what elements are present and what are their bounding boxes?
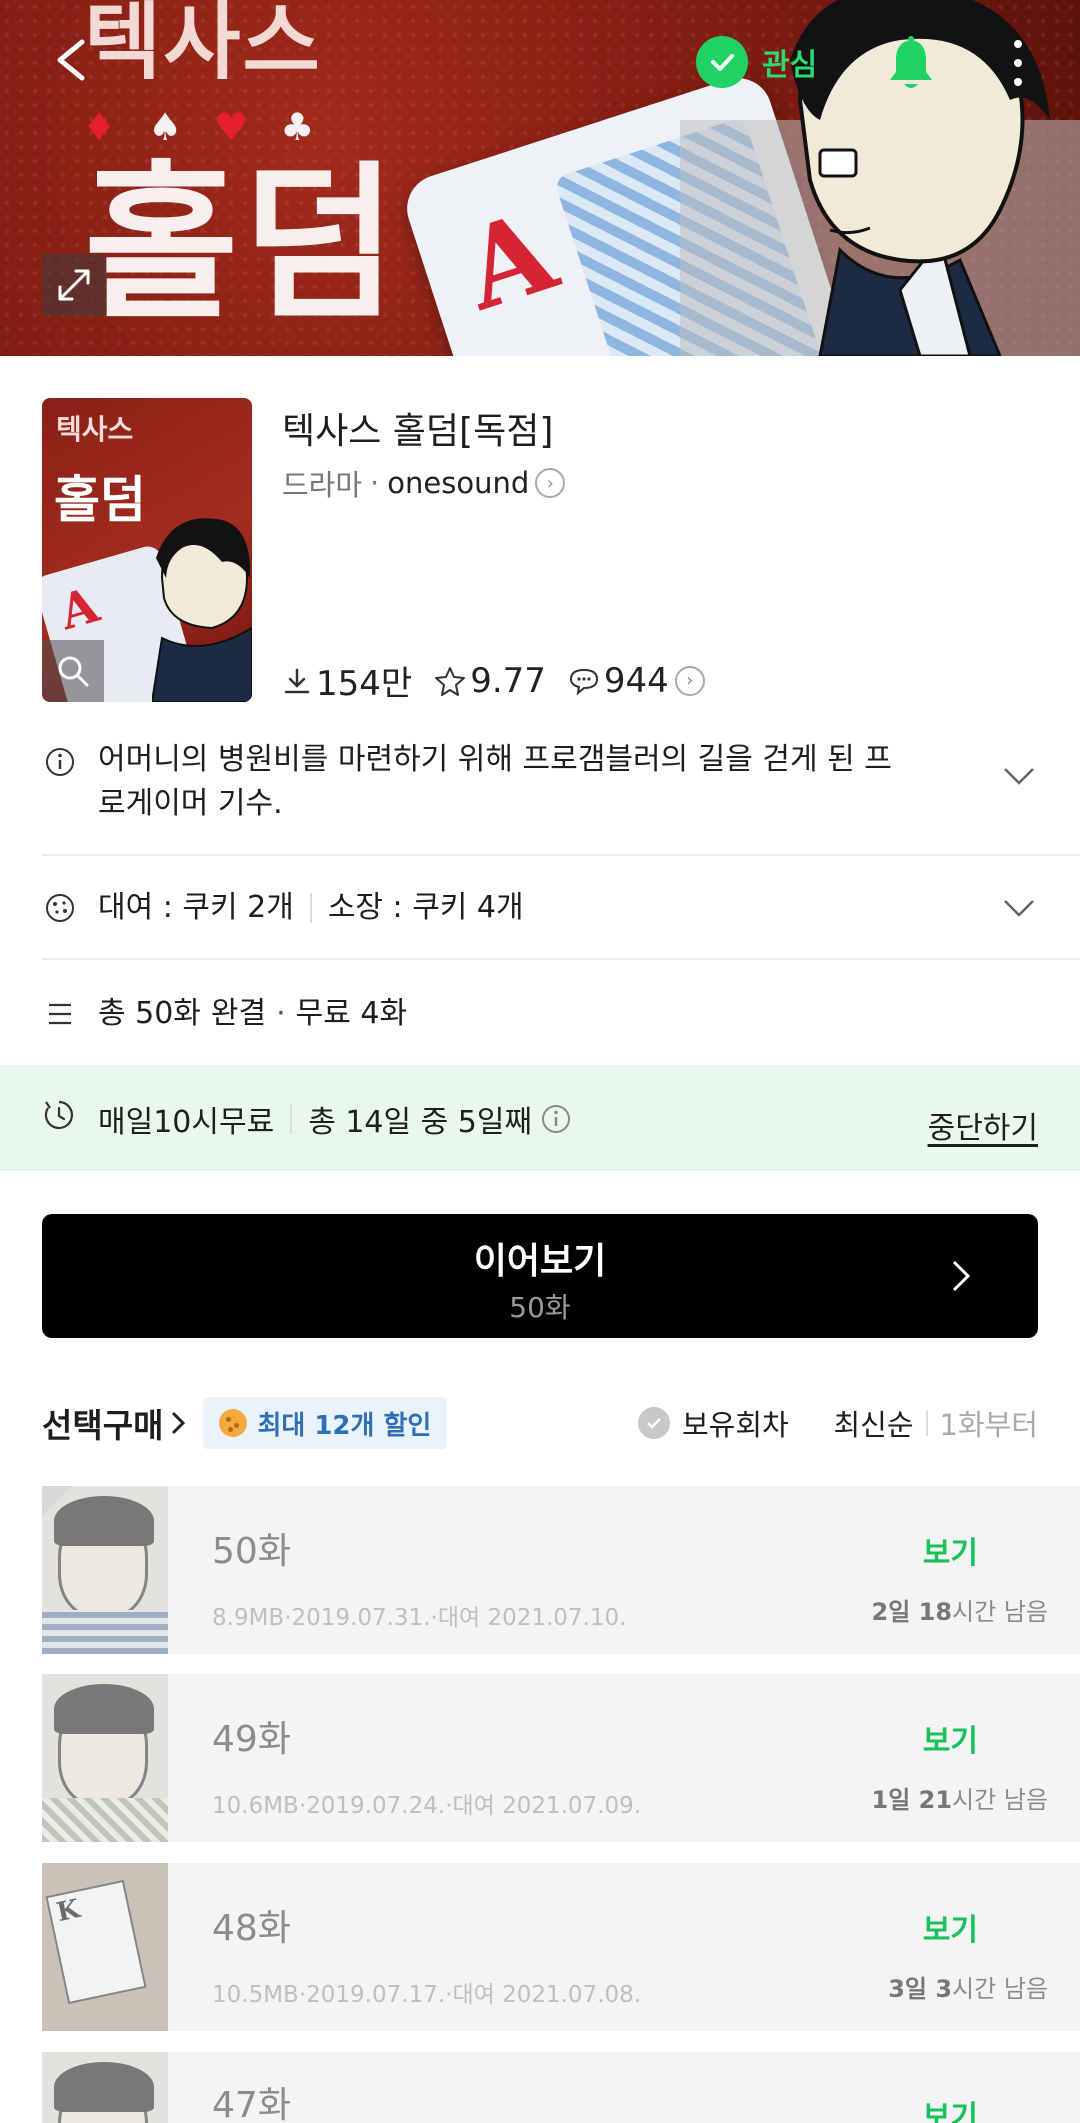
downloads-stat: 154만 [282, 656, 412, 705]
total-episodes: 총 50화 [98, 996, 201, 1031]
continue-label: 이어보기 [473, 1241, 607, 1282]
view-button[interactable]: 보기 [923, 1528, 978, 1572]
episode-row[interactable]: 49화 10.6MB·2019.07.24.·대여 2021.07.09. 보기… [42, 1674, 1080, 1842]
completed-badge: 완결 [210, 996, 267, 1031]
free-episodes: 무료 4화 [295, 996, 408, 1031]
episode-title: 49화 [212, 1719, 291, 1760]
expand-icon [58, 269, 90, 301]
series-meta: 드라마 · onesound › [282, 462, 566, 504]
divider [42, 958, 1080, 960]
more-options-button[interactable] [1000, 36, 1036, 90]
sort-latest[interactable]: 최신순 [833, 1402, 913, 1444]
view-button[interactable]: 보기 [923, 2092, 978, 2123]
view-button[interactable]: 보기 [923, 1716, 978, 1760]
episode-title: 50화 [212, 1531, 291, 1572]
sort-options: 최신순 1화부터 [833, 1402, 1038, 1444]
episode-row[interactable]: 47화 보기 [42, 2052, 1080, 2123]
cookie-icon [219, 1409, 248, 1437]
own-price: 소장 : 쿠키 4개 [327, 890, 524, 925]
continue-episode: 50화 [509, 1291, 571, 1324]
free-pass-bar: 매일10시무료 총 14일 중 5일째 중단하기 [0, 1066, 1080, 1170]
discount-badge[interactable]: 최대 12개 할인 [203, 1397, 448, 1449]
summary-row[interactable]: 어머니의 병원비를 마련하기 위해 프로갬블러의 길을 걷게 된 프로게이머 기… [42, 738, 1080, 826]
dot-icon [1014, 59, 1022, 67]
episode-thumbnail [42, 1674, 168, 1842]
dot-icon [1014, 40, 1022, 48]
dot-icon [1014, 78, 1022, 86]
stats-row: 154만 9.77 944 › [282, 656, 727, 705]
free-pass-label: 매일10시무료 [98, 1105, 275, 1140]
bell-icon [890, 36, 932, 88]
chevron-right-icon [172, 1411, 186, 1435]
episode-thumbnail [42, 2052, 168, 2123]
chevron-right-icon: › [674, 665, 705, 696]
info-icon[interactable] [540, 1103, 572, 1135]
comments-stat[interactable]: 944 › [568, 661, 705, 701]
episode-meta: 10.6MB·2019.07.24.·대여 2021.07.09. [212, 1793, 642, 1819]
episode-list-header: 선택구매 최대 12개 할인 보유회차 최신순 1화부터 [42, 1396, 1038, 1450]
rental-remaining: 1일 21시간 남음 [871, 1786, 1049, 1814]
favorite-button[interactable]: 관심 [696, 36, 817, 88]
top-bar: 관심 [0, 0, 1080, 130]
timer-icon [42, 1098, 78, 1140]
continue-reading-button[interactable]: 이어보기 50화 [42, 1214, 1038, 1338]
list-icon [42, 1002, 78, 1026]
zoom-button[interactable] [42, 640, 104, 702]
hero-title-big: 홀덤 [84, 146, 402, 342]
chevron-down-icon[interactable] [1002, 766, 1036, 786]
download-icon [284, 668, 310, 693]
hero-banner: A 텍사스 ♦♠♥♣ 홀덤 관심 [0, 0, 1080, 356]
notification-button[interactable] [886, 36, 936, 90]
cookie-icon [42, 892, 78, 924]
chevron-left-icon [57, 39, 85, 81]
back-button[interactable] [50, 30, 100, 90]
chevron-right-icon[interactable]: › [535, 468, 566, 498]
info-icon [42, 746, 78, 778]
rent-price: 대여 : 쿠키 2개 [98, 890, 294, 925]
cover-thumbnail[interactable]: 텍사스 홀덤 A [42, 398, 252, 702]
stop-free-pass-link[interactable]: 중단하기 [928, 1103, 1038, 1147]
favorite-label: 관심 [762, 48, 818, 83]
episode-meta: 10.5MB·2019.07.17.·대여 2021.07.08. [212, 1982, 642, 2008]
episode-row[interactable]: K 48화 10.5MB·2019.07.17.·대여 2021.07.08. … [42, 1863, 1080, 2031]
chevron-right-icon [952, 1260, 971, 1292]
owned-filter[interactable]: 보유회차 [638, 1402, 789, 1444]
free-pass-progress: 총 14일 중 5일째 [308, 1105, 533, 1140]
episodes-info-row: 총 50화 완결 · 무료 4화 [42, 992, 1080, 1036]
rental-remaining: 2일 18시간 남음 [871, 1598, 1049, 1626]
select-purchase-button[interactable]: 선택구매 [42, 1399, 187, 1447]
expand-button[interactable] [42, 254, 106, 316]
pricing-row[interactable]: 대여 : 쿠키 2개 소장 : 쿠키 4개 [42, 886, 1080, 930]
check-icon [638, 1407, 670, 1439]
genre-label: 드라마 [282, 468, 363, 502]
rating-stat: 9.77 [434, 661, 546, 701]
episode-meta: 8.9MB·2019.07.31.·대여 2021.07.10. [212, 1605, 627, 1631]
episode-thumbnail: K [42, 1863, 168, 2031]
comment-icon [569, 668, 598, 695]
rental-remaining: 3일 3시간 남음 [888, 1975, 1048, 2003]
episode-title: 47화 [212, 2085, 291, 2123]
search-icon [58, 656, 89, 687]
episode-row[interactable]: 50화 8.9MB·2019.07.31.·대여 2021.07.10. 보기 … [42, 1486, 1080, 1654]
summary-text: 어머니의 병원비를 마련하기 위해 프로갬블러의 길을 걷게 된 프로게이머 기… [98, 742, 892, 821]
author-link[interactable]: onesound [387, 466, 529, 500]
thumb-character-art [152, 518, 252, 702]
sort-first[interactable]: 1화부터 [940, 1402, 1039, 1444]
check-icon [696, 36, 748, 88]
episode-title: 48화 [212, 1908, 291, 1949]
star-icon [435, 666, 466, 696]
series-title: 텍사스 홀덤[독점] [282, 411, 554, 452]
view-button[interactable]: 보기 [923, 1905, 978, 1949]
chevron-down-icon[interactable] [1002, 898, 1036, 918]
divider [42, 854, 1080, 856]
